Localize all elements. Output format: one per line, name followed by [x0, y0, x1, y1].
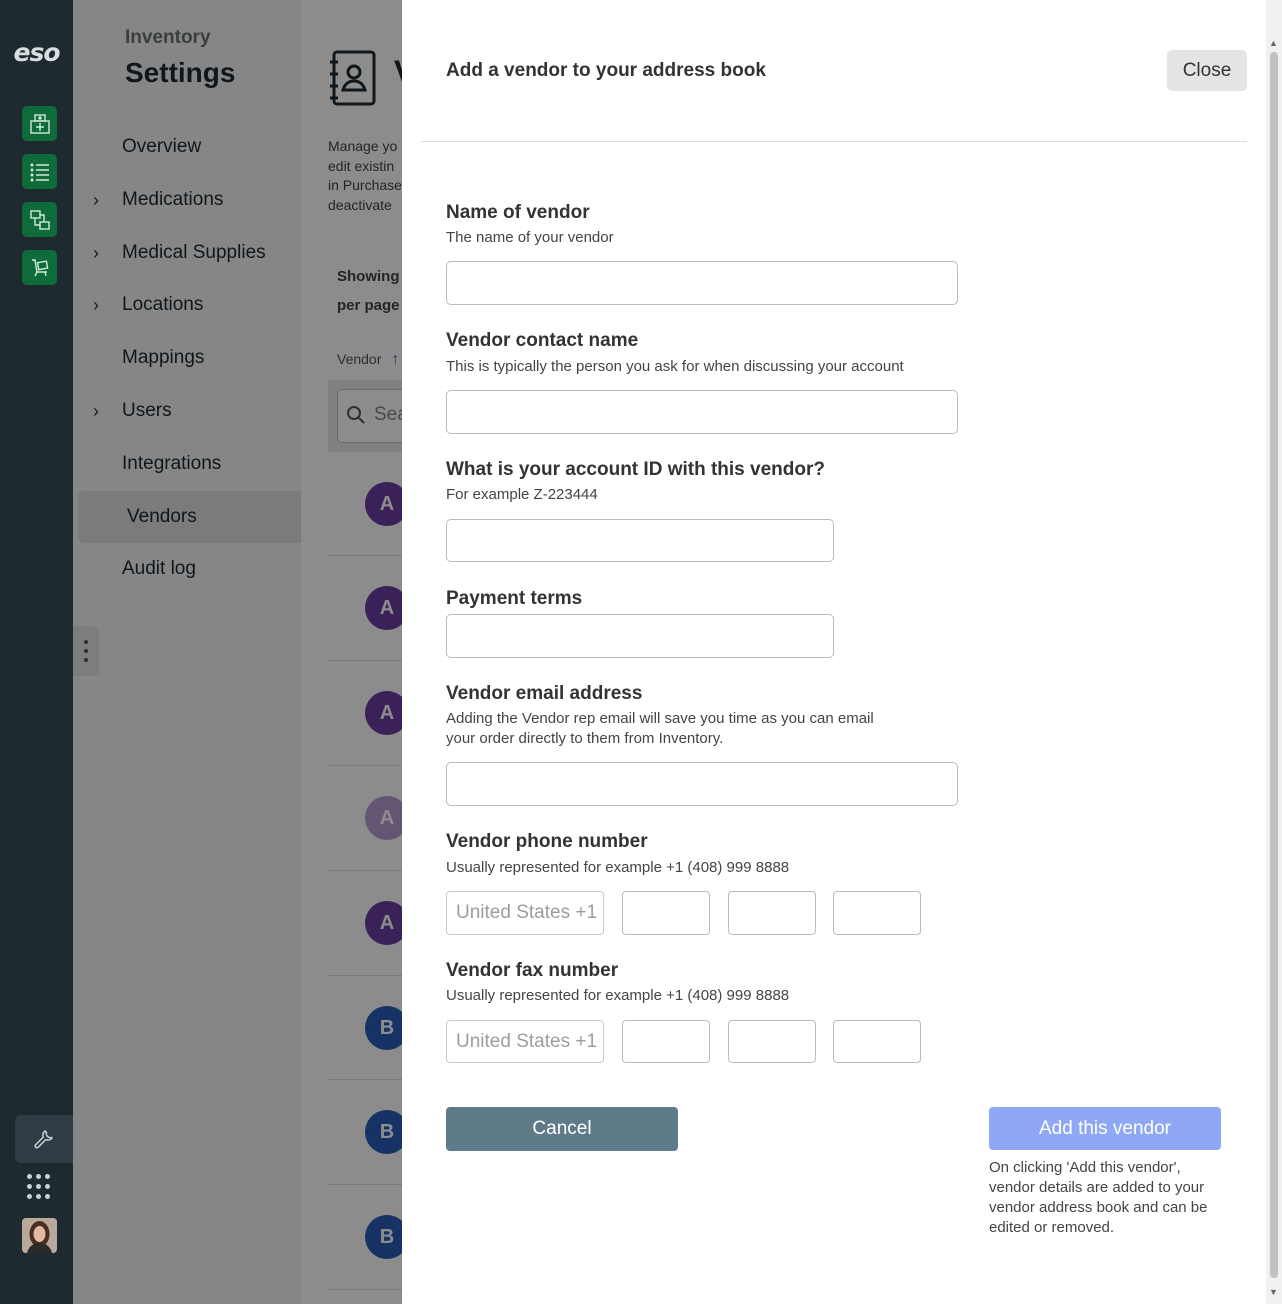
add-vendor-note: On clicking 'Add this vendor', vendor de…: [989, 1159, 1208, 1236]
add-vendor-button[interactable]: Add this vendor: [989, 1107, 1221, 1150]
eso-logo[interactable]: eso: [0, 38, 73, 67]
fax-label: Vendor fax number: [446, 960, 619, 981]
close-button[interactable]: Close: [1167, 50, 1247, 91]
fax-country-select[interactable]: United States +1: [446, 1020, 604, 1063]
payment-terms-input[interactable]: [446, 614, 834, 658]
scroll-down-arrow-icon[interactable]: ▼: [1269, 1287, 1278, 1297]
contact-name-help: This is typically the person you ask for…: [446, 358, 904, 375]
phone-prefix-input[interactable]: [728, 891, 816, 935]
contact-name-input[interactable]: [446, 390, 958, 434]
contact-name-label: Vendor contact name: [446, 330, 639, 351]
phone-label: Vendor phone number: [446, 831, 648, 852]
modal-backdrop[interactable]: [73, 0, 402, 1304]
email-help: Adding the Vendor rep email will save yo…: [446, 710, 874, 747]
fax-prefix-input[interactable]: [728, 1020, 816, 1063]
add-vendor-drawer: Add a vendor to your address book Close …: [402, 0, 1266, 1304]
transfer-app-icon[interactable]: [22, 202, 57, 237]
phone-help: Usually represented for example +1 (408)…: [446, 859, 790, 876]
account-id-label: What is your account ID with this vendor…: [446, 459, 825, 480]
account-id-input[interactable]: [446, 519, 834, 562]
phone-line-input[interactable]: [833, 891, 921, 935]
phone-country-select[interactable]: United States +1: [446, 891, 604, 935]
cancel-button[interactable]: Cancel: [446, 1107, 678, 1151]
grid-icon[interactable]: [27, 1174, 51, 1200]
vendor-name-input[interactable]: [446, 261, 958, 305]
divider: [421, 141, 1247, 142]
app-rail: eso: [0, 0, 73, 1304]
scrollbar[interactable]: ▲ ▼: [1266, 0, 1282, 1304]
payment-terms-label: Payment terms: [446, 588, 583, 609]
modal-title: Add a vendor to your address book: [446, 60, 766, 81]
fax-line-input[interactable]: [833, 1020, 921, 1063]
fax-help: Usually represented for example +1 (408)…: [446, 987, 790, 1004]
medications-app-icon[interactable]: [22, 106, 57, 141]
vendor-name-help: The name of your vendor: [446, 229, 614, 246]
account-id-help: For example Z-223444: [446, 486, 598, 503]
cart-app-icon[interactable]: [22, 250, 57, 285]
email-label: Vendor email address: [446, 683, 643, 704]
fax-area-code-input[interactable]: [622, 1020, 710, 1063]
wrench-icon[interactable]: [15, 1115, 73, 1163]
scroll-thumb[interactable]: [1270, 52, 1278, 1278]
vendor-name-label: Name of vendor: [446, 202, 590, 223]
list-app-icon[interactable]: [22, 154, 57, 189]
phone-area-code-input[interactable]: [622, 891, 710, 935]
email-input[interactable]: [446, 762, 958, 806]
user-avatar[interactable]: [22, 1218, 57, 1253]
scroll-up-arrow-icon[interactable]: ▲: [1269, 38, 1278, 48]
